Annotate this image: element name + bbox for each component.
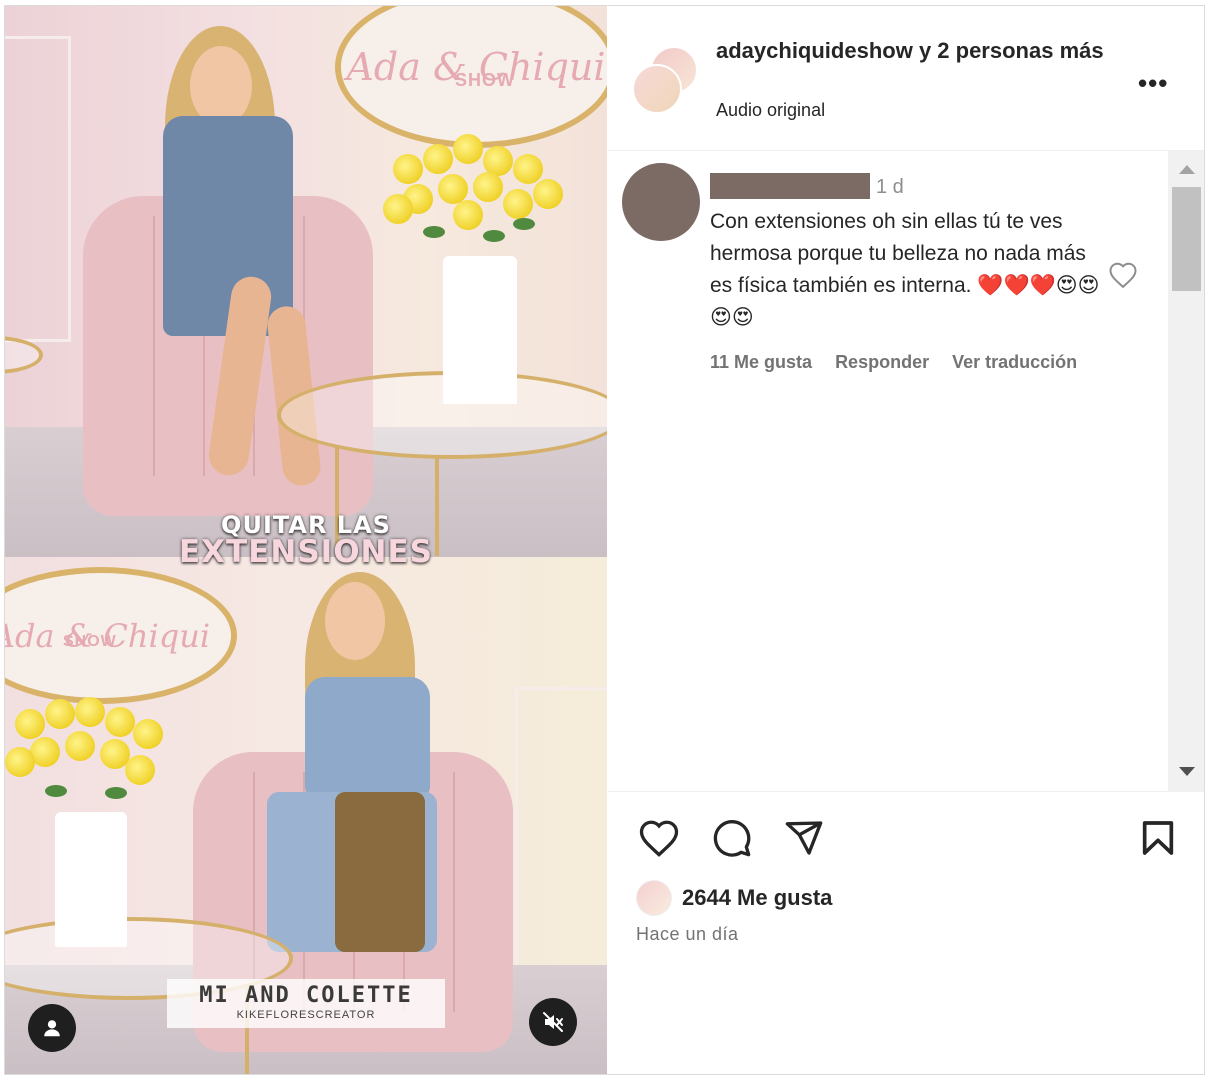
credit-overlay: MI AND COLETTE KIKEFLORESCREATOR	[167, 979, 445, 1028]
credit-name: MI AND COLETTE	[199, 983, 413, 1008]
paper-plane-icon	[785, 821, 823, 855]
save-button[interactable]	[1138, 818, 1178, 863]
user-icon	[44, 1020, 60, 1037]
bookmark-icon	[1142, 821, 1174, 855]
yellow-roses	[383, 134, 573, 264]
tagged-users-button[interactable]	[28, 1004, 76, 1052]
comment-time: 1 d	[876, 176, 904, 198]
yellow-roses-2	[5, 697, 175, 817]
audio-label[interactable]: Audio original	[716, 100, 825, 121]
logo-sub-2: SHOW	[63, 633, 117, 650]
credit-sub: KIKEFLORESCREATOR	[236, 1009, 376, 1021]
comments-scrollbar[interactable]	[1168, 151, 1204, 791]
commenter-name-redacted	[710, 173, 870, 199]
author-avatars[interactable]	[632, 46, 698, 114]
post-actions: 2644 Me gusta Hace un día	[608, 791, 1204, 1074]
share-button[interactable]	[783, 818, 825, 863]
wall-panel	[5, 36, 71, 342]
collab-text[interactable]: y 2 personas más	[913, 38, 1104, 63]
mute-button[interactable]	[529, 998, 577, 1046]
wall-panel-2	[515, 687, 607, 993]
post-timestamp[interactable]: Hace un día	[636, 924, 739, 945]
glass-table	[277, 371, 607, 459]
instagram-post-modal: Ada & Chiqui SHOW QUITAR LAS EXTENSIONES…	[4, 5, 1205, 1075]
heart-icon	[639, 820, 679, 857]
see-translation-button[interactable]: Ver traducción	[952, 352, 1077, 372]
video-caption-line2: EXTENSIONES	[178, 534, 433, 570]
video-scene-top: Ada & Chiqui SHOW QUITAR LAS	[5, 6, 607, 557]
comment-button[interactable]	[711, 818, 753, 863]
comment-likes[interactable]: 11 Me gusta	[710, 352, 812, 372]
comments-list: 1 d Con extensiones oh sin ellas tú te v…	[608, 151, 1168, 791]
heart-icon	[1109, 262, 1137, 289]
post-author[interactable]: adaychiquideshow y 2 personas más	[716, 34, 1106, 67]
speech-bubble-icon	[713, 820, 751, 857]
likes-count[interactable]: 2644 Me gusta	[682, 885, 832, 911]
comment-actions: 11 Me gusta Responder Ver traducción	[710, 352, 1095, 373]
avatar	[636, 880, 672, 916]
reel-video[interactable]: Ada & Chiqui SHOW QUITAR LAS EXTENSIONES…	[5, 6, 607, 1074]
post-header: adaychiquideshow y 2 personas más Audio …	[608, 6, 1204, 151]
scroll-up-arrow[interactable]	[1179, 165, 1195, 174]
avatar	[632, 64, 682, 114]
white-vase	[443, 256, 517, 404]
logo-sub: SHOW	[455, 70, 515, 90]
comment-reply-button[interactable]: Responder	[835, 352, 929, 372]
white-vase-2	[55, 812, 127, 947]
scrollbar-thumb[interactable]	[1172, 187, 1201, 291]
likes-summary[interactable]: 2644 Me gusta	[636, 880, 832, 916]
comment-like-button[interactable]	[1108, 261, 1138, 294]
like-button[interactable]	[638, 818, 680, 863]
muted-speaker-icon	[543, 1012, 563, 1032]
commenter-avatar-redacted[interactable]	[622, 163, 700, 241]
more-options-button[interactable]: •••	[1138, 68, 1168, 99]
show-logo-2: Ada & Chiqui	[5, 567, 237, 704]
scroll-down-arrow[interactable]	[1179, 767, 1195, 776]
author-username[interactable]: adaychiquideshow	[716, 38, 913, 63]
comment-text: Con extensiones oh sin ellas tú te ves h…	[710, 210, 1100, 329]
